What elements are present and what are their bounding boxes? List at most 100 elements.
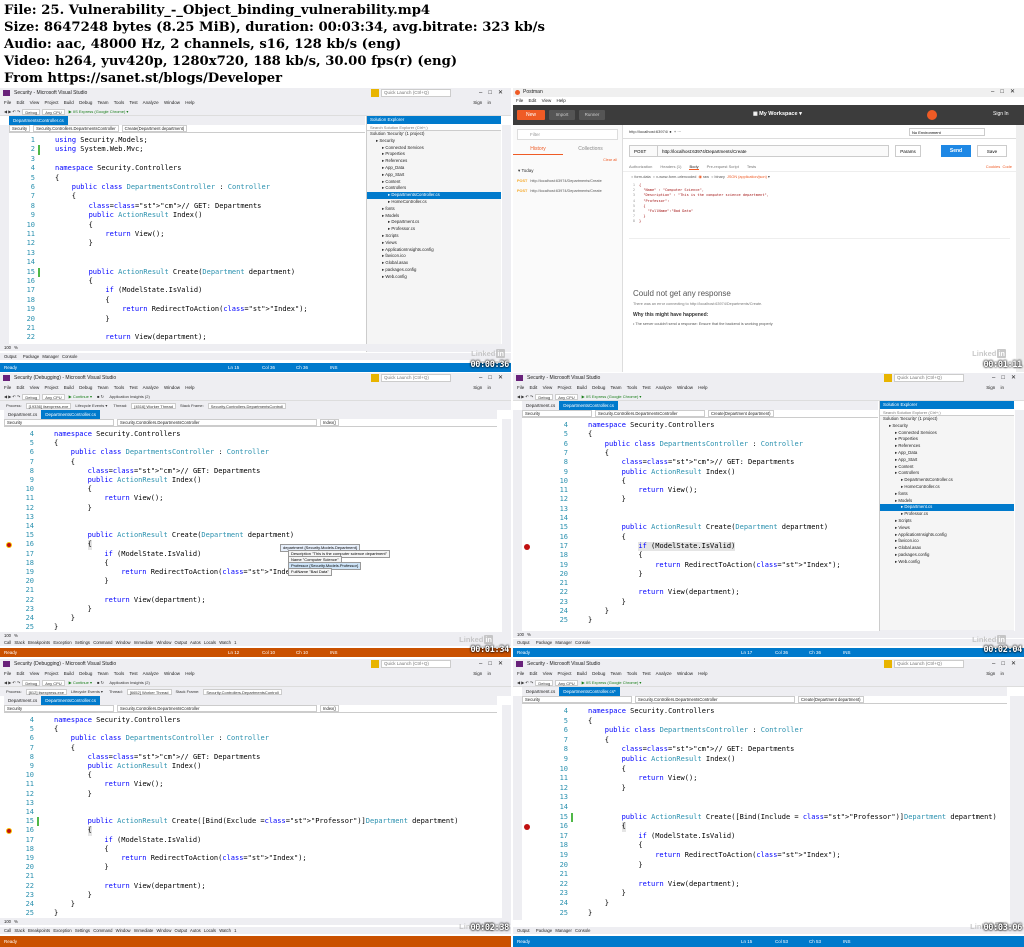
code-line[interactable]: class=class="st">"cm">// GET: Department… (88, 467, 261, 476)
postman-scrollbar[interactable] (1016, 125, 1024, 372)
code-line[interactable]: if (ModelState.IsValid) (638, 541, 736, 552)
stack-frame-select[interactable]: Security.Controllers.DepartmentsControll (207, 402, 287, 409)
solution-item[interactable]: ▸ Security (367, 138, 501, 145)
params-button[interactable]: Params (895, 145, 921, 157)
code-line[interactable]: } (54, 909, 58, 918)
solution-item[interactable]: Solution 'Security' (1 project) (880, 416, 1014, 423)
zoom-level[interactable]: 100 % (0, 632, 511, 639)
import-button[interactable]: Import (549, 110, 575, 120)
vs-menubar[interactable]: File Edit View Project Build Debug Team … (513, 669, 1024, 678)
code-editor[interactable]: 4 namespace Security.Controllers 5 {6 public… (4, 428, 497, 632)
thread-select[interactable]: [6652] Worker Thread (126, 688, 172, 695)
solution-item[interactable]: ▸ ApplicationInsights.config (880, 532, 1014, 539)
sidebar-tabs[interactable]: History Collections (513, 144, 622, 155)
code-line[interactable]: { (622, 533, 626, 542)
bottom-tool-tabs[interactable]: Output Package Manager Console (0, 353, 511, 360)
tab-department[interactable]: Department.cs (4, 410, 41, 419)
code-line[interactable]: public class DepartmentsController : Con… (71, 734, 269, 743)
code-line[interactable]: { (71, 458, 75, 467)
left-side-tabs[interactable] (513, 410, 522, 632)
sign-in-link[interactable]: Sign in (473, 383, 491, 392)
solution-item[interactable]: ▸ ApplicationInsights.config (367, 247, 501, 254)
solution-item[interactable]: ▸ Controllers (367, 185, 501, 192)
code-line[interactable]: { (605, 449, 609, 458)
code-line[interactable]: return View(department); (638, 588, 739, 597)
code-line[interactable]: { (87, 826, 92, 836)
code-line[interactable]: } (605, 607, 609, 616)
solution-explorer[interactable]: Solution Explorer Search Solution Explor… (879, 401, 1014, 637)
tab-controller[interactable]: DepartmentsController.cs (41, 696, 101, 705)
code-line[interactable]: using Security.Models; (55, 136, 148, 145)
body-line[interactable]: "FullName":"Bad Data" (639, 209, 693, 214)
zoom-level[interactable]: 100 % (513, 631, 1024, 638)
right-side-tabs[interactable] (1010, 696, 1024, 925)
code-editor[interactable]: 4 namespace Security.Controllers 5 {6 public… (522, 705, 1007, 925)
vs-menubar[interactable]: File Edit View Project Build Debug Team … (0, 98, 511, 107)
window-controls[interactable]: –□✕ (991, 88, 1021, 97)
method-select[interactable]: POST (630, 146, 658, 157)
right-side-tabs[interactable] (1015, 410, 1024, 637)
vs-menubar[interactable]: File Edit View Project Build Debug Team … (0, 669, 511, 678)
window-controls[interactable]: –□✕ (479, 373, 509, 383)
code-line[interactable]: class=class="st">"cm">// GET: Department… (622, 458, 795, 467)
debug-location-toolbar[interactable]: Process: [19336] iisexpress.exe Lifecycle … (0, 401, 511, 410)
code-line[interactable]: return View(department); (105, 333, 206, 342)
code-line[interactable]: { (638, 841, 642, 851)
code-line[interactable]: { (71, 744, 75, 753)
code-line[interactable]: { (72, 192, 76, 201)
solution-item[interactable]: ▸ Properties (880, 436, 1014, 443)
debug-bottom-tabs[interactable]: Call Stack Breakpoints Exception Setting… (0, 639, 511, 646)
solution-item[interactable]: ▸ Views (880, 525, 1014, 532)
continue-button[interactable]: ▶ Continue ▾ (67, 394, 94, 400)
code-line[interactable]: } (104, 577, 108, 586)
cookies-link[interactable]: Cookies (986, 164, 1000, 169)
code-line[interactable]: } (638, 861, 642, 871)
code-line[interactable]: { (104, 845, 108, 854)
code-line[interactable]: if (ModelState.IsValid) (638, 832, 735, 842)
code-line[interactable]: } (89, 239, 93, 248)
solution-item[interactable]: ▸ Web.config (367, 274, 501, 281)
quick-launch-input[interactable]: Quick Launch (Ctrl+Q) (894, 374, 964, 382)
code-line[interactable]: } (605, 899, 609, 909)
code-link[interactable]: Code (1002, 164, 1012, 169)
process-select[interactable]: [812] iisexpress.exe (25, 688, 67, 695)
code-line[interactable]: return RedirectToAction(class="st">"Inde… (655, 561, 840, 570)
filter-icon[interactable] (371, 89, 379, 97)
tab-history[interactable]: History (513, 144, 563, 155)
tab-controller[interactable]: DepartmentsController.cs* (559, 687, 620, 696)
solution-item[interactable]: ▸ Content (880, 464, 1014, 471)
code-line[interactable]: { (88, 485, 92, 494)
solution-item[interactable]: ▸ packages.config (880, 552, 1014, 559)
code-line[interactable]: namespace Security.Controllers (54, 430, 180, 439)
code-line[interactable]: public ActionResult Create(Department de… (88, 531, 295, 540)
new-button[interactable]: New (517, 110, 545, 120)
solution-item[interactable]: ▸ Global.asax (367, 260, 501, 267)
editor-tabs[interactable]: Department.cs DepartmentsController.cs (522, 401, 878, 410)
solution-item[interactable]: ▸ favicon.ico (880, 538, 1014, 545)
right-side-tabs[interactable] (502, 125, 511, 352)
code-line[interactable]: return View(department); (104, 882, 205, 891)
left-side-tabs[interactable] (0, 125, 9, 347)
postman-menubar[interactable]: File Edit View Help (513, 97, 1024, 105)
code-nav-bar[interactable]: Security Security.Controllers.Departments… (522, 410, 878, 418)
code-line[interactable]: } (54, 623, 58, 632)
run-button[interactable]: ▶ IIS Express (Google Chrome) ▾ (580, 394, 644, 400)
code-line[interactable]: { (55, 174, 59, 183)
code-line[interactable]: } (638, 570, 642, 579)
solution-item[interactable]: ▸ fonts (880, 491, 1014, 498)
code-line[interactable]: public ActionResult Index() (88, 476, 202, 485)
code-line[interactable]: using System.Web.Mvc; (55, 145, 144, 154)
solution-item[interactable]: ▸ packages.config (367, 267, 501, 274)
environment-select[interactable]: No Environment (909, 128, 985, 136)
code-line[interactable]: namespace Security.Controllers (54, 716, 180, 725)
debug-bottom-tabs[interactable]: Call Stack Breakpoints Exception Setting… (0, 927, 511, 934)
sign-in-link[interactable]: Sign in (986, 669, 1004, 678)
code-editor[interactable]: 4 namespace Security.Controllers 5 {6 public… (522, 419, 878, 631)
debug-datatip-fullname[interactable]: FullName "Bad Data" (288, 568, 332, 576)
sign-in-link[interactable]: Sign in (473, 669, 491, 678)
window-controls[interactable]: –□✕ (479, 659, 509, 669)
solution-item[interactable]: ▸ HomeController.cs (367, 199, 501, 206)
code-line[interactable]: return View(); (105, 230, 164, 239)
solution-item[interactable]: ▸ DepartmentsController.cs (880, 477, 1014, 484)
request-tab[interactable]: http://localhost:63974/ ● + ··· (629, 129, 681, 134)
